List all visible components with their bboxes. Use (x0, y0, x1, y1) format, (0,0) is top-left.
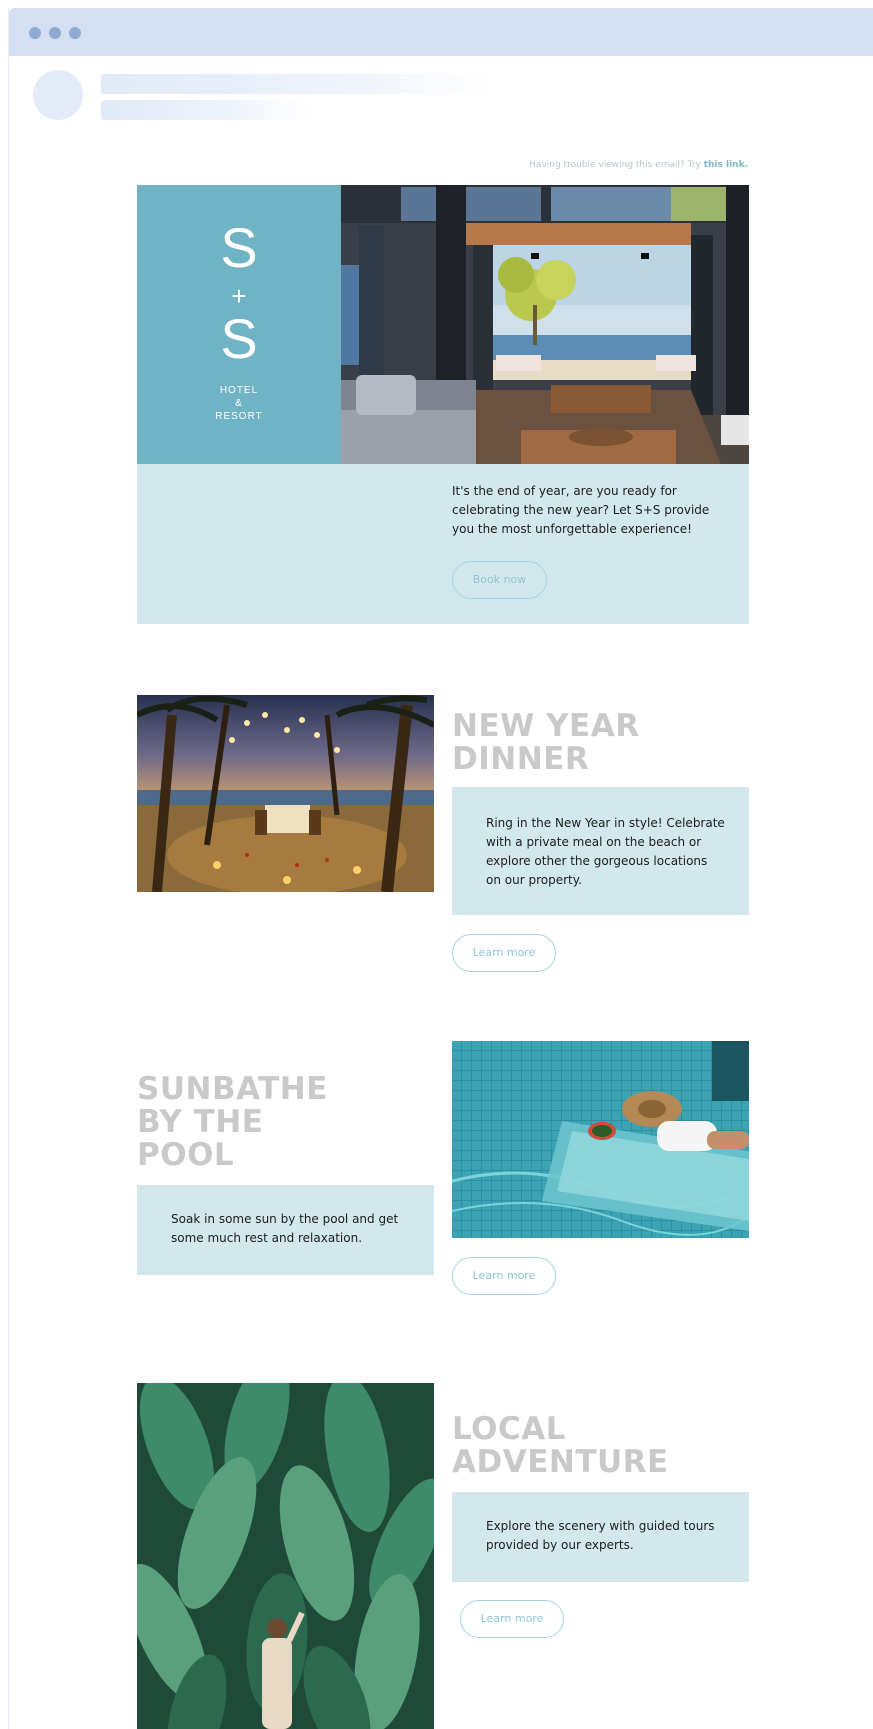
jungle-leaves-image (137, 1383, 434, 1729)
heading-line: BY THE (137, 1104, 264, 1140)
window-dot-icon[interactable] (69, 27, 81, 39)
logo-sub-line: HOTEL (219, 385, 259, 396)
section-heading: NEW YEAR DINNER (452, 710, 640, 776)
logo-subtitle: HOTEL & RESORT (137, 384, 341, 423)
browser-titlebar (9, 8, 873, 56)
beach-dinner-image (137, 695, 434, 892)
heading-line: LOCAL (452, 1411, 566, 1447)
logo-letter: S (220, 216, 258, 279)
section-text-panel: Soak in some sun by the pool and get som… (137, 1185, 434, 1275)
heading-line: SUNBATHE (137, 1071, 328, 1107)
heading-line: NEW YEAR (452, 708, 640, 744)
pool-float-image (452, 1041, 749, 1238)
notice-text: Having trouble viewing this email? Try (529, 160, 701, 170)
logo-sub-line: & (235, 398, 243, 409)
section-heading: LOCAL ADVENTURE (452, 1413, 669, 1479)
hero-text-panel: It's the end of year, are you ready for … (137, 464, 749, 624)
hero-intro-text: It's the end of year, are you ready for … (452, 484, 710, 536)
section-description: Ring in the New Year in style! Celebrate… (486, 816, 725, 887)
heading-line: DINNER (452, 741, 590, 777)
learn-more-button[interactable]: Learn more (460, 1600, 564, 1638)
avatar-placeholder (33, 70, 83, 120)
section-text-panel: Explore the scenery with guided tours pr… (452, 1492, 749, 1582)
logo-sub-line: RESORT (215, 411, 263, 422)
section-description: Soak in some sun by the pool and get som… (171, 1212, 399, 1245)
view-trouble-notice: Having trouble viewing this email? Try t… (529, 160, 748, 170)
window-dot-icon[interactable] (49, 27, 61, 39)
heading-line: POOL (137, 1137, 235, 1173)
section-text-panel: Ring in the New Year in style! Celebrate… (452, 787, 749, 915)
heading-line: ADVENTURE (452, 1444, 669, 1480)
logo-plus: + (231, 281, 247, 311)
sender-placeholder-line (101, 74, 491, 94)
section-heading: SUNBATHE BY THE POOL (137, 1073, 328, 1172)
view-online-link[interactable]: this link. (704, 160, 748, 170)
hero-villa-image (341, 185, 749, 464)
logo-letter: S (220, 307, 258, 370)
learn-more-button[interactable]: Learn more (452, 1257, 556, 1295)
learn-more-button[interactable]: Learn more (452, 934, 556, 972)
brand-logo-panel: S + S HOTEL & RESORT (137, 185, 341, 464)
window-dot-icon[interactable] (29, 27, 41, 39)
book-now-button[interactable]: Book now (452, 561, 547, 599)
subject-placeholder-line (101, 100, 311, 120)
section-description: Explore the scenery with guided tours pr… (486, 1519, 715, 1552)
